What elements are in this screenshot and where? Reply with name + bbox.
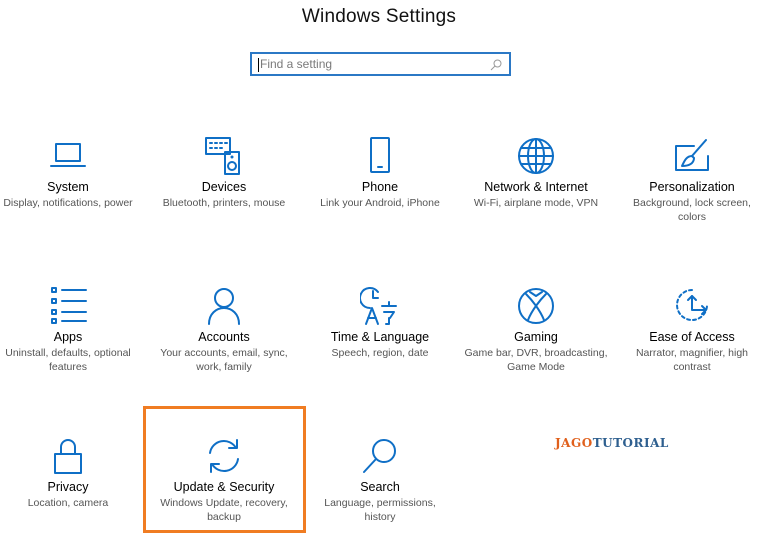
phone-icon — [370, 137, 390, 173]
tile-label: System — [47, 180, 89, 194]
tile-accounts[interactable]: Accounts Your accounts, email, sync, wor… — [148, 286, 300, 374]
laptop-icon — [50, 143, 86, 167]
tile-description: Speech, region, date — [331, 347, 429, 359]
tile-time-language[interactable]: Time & Language Speech, region, date — [304, 286, 456, 360]
tile-phone[interactable]: Phone Link your Android, iPhone — [304, 136, 456, 210]
watermark-part2: TUTORIAL — [592, 436, 669, 450]
tile-ease-of-access[interactable]: Ease of Access Narrator, magnifier, high… — [616, 286, 758, 374]
tile-description: Wi-Fi, airplane mode, VPN — [473, 197, 599, 209]
tile-privacy[interactable]: Privacy Location, camera — [0, 436, 144, 510]
tile-description: Narrator, magnifier, high contrast — [635, 347, 749, 373]
tile-description: Game bar, DVR, broadcasting, Game Mode — [464, 347, 608, 373]
tile-gaming[interactable]: Gaming Game bar, DVR, broadcasting, Game… — [460, 286, 612, 374]
tile-description: Display, notifications, power — [3, 197, 133, 209]
tile-personalization[interactable]: Personalization Background, lock screen,… — [616, 136, 758, 224]
lock-icon — [54, 439, 82, 474]
xbox-icon — [518, 288, 554, 324]
tile-label: Devices — [201, 180, 247, 194]
text-caret — [258, 58, 259, 72]
tile-label: Personalization — [649, 180, 735, 194]
watermark-part1: JAGO — [555, 436, 593, 450]
clock-language-icon — [360, 287, 397, 325]
window-title: Windows Settings — [301, 6, 457, 27]
paint-brush-icon — [675, 139, 709, 171]
magnifier-icon — [363, 439, 396, 473]
apps-list-icon — [51, 287, 87, 324]
tile-label: Search — [360, 480, 400, 494]
tile-apps[interactable]: Apps Uninstall, defaults, optional featu… — [0, 286, 144, 374]
tile-label: Privacy — [47, 480, 89, 494]
tile-search[interactable]: Search Language, permissions, history — [304, 436, 456, 524]
ease-of-access-icon — [676, 289, 708, 321]
tile-label: Gaming — [514, 330, 558, 344]
search-icon[interactable] — [489, 58, 503, 72]
tile-label: Ease of Access — [649, 330, 735, 344]
highlight-box — [143, 406, 306, 533]
tile-description: Bluetooth, printers, mouse — [162, 197, 286, 209]
tile-label: Phone — [361, 180, 399, 194]
person-icon — [208, 288, 240, 325]
globe-icon — [518, 138, 554, 174]
tile-network-internet[interactable]: Network & Internet Wi-Fi, airplane mode,… — [460, 136, 612, 210]
tile-description: Uninstall, defaults, optional features — [5, 347, 131, 373]
tile-description: Your accounts, email, sync, work, family — [160, 347, 288, 373]
search-placeholder: Find a setting — [260, 57, 333, 71]
keyboard-speaker-icon — [205, 137, 240, 175]
tile-description: Link your Android, iPhone — [320, 197, 440, 209]
tile-label: Apps — [53, 330, 83, 344]
tile-label: Network & Internet — [484, 180, 588, 194]
watermark-logo: JAGOTUTORIAL — [555, 436, 669, 450]
tile-description: Background, lock screen, colors — [633, 197, 751, 223]
tile-description: Language, permissions, history — [324, 497, 436, 523]
tile-devices[interactable]: Devices Bluetooth, printers, mouse — [148, 136, 300, 210]
tile-label: Accounts — [198, 330, 250, 344]
tile-label: Time & Language — [330, 330, 430, 344]
search-input[interactable]: Find a setting — [250, 52, 511, 76]
tile-system[interactable]: System Display, notifications, power — [0, 136, 144, 210]
tile-description: Location, camera — [27, 497, 109, 509]
